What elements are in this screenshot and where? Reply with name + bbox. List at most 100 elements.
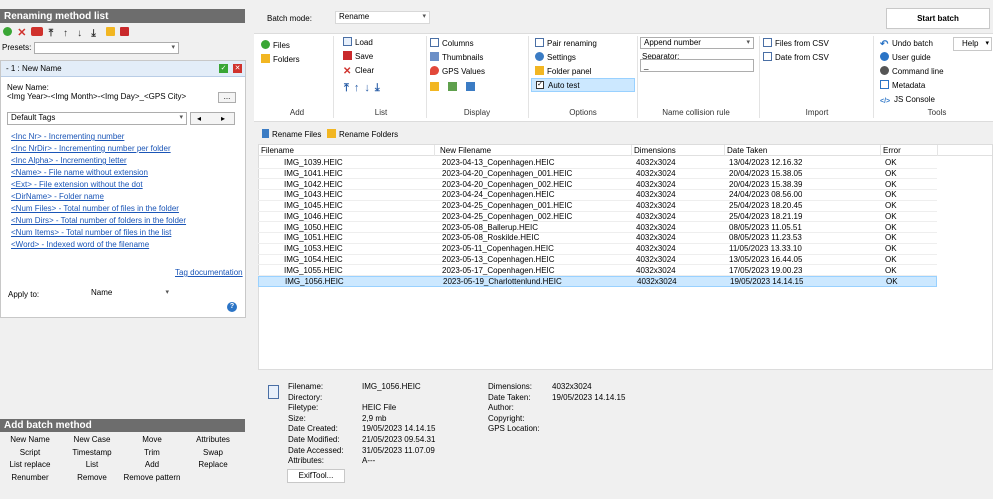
folder-panel-label: Folder panel bbox=[547, 67, 592, 76]
thumbnails-label: Thumbnails bbox=[442, 53, 484, 62]
info-value: IMG_1056.HEIC bbox=[362, 382, 421, 391]
divider bbox=[528, 36, 529, 118]
files-from-csv-button[interactable]: Files from CSV bbox=[763, 38, 829, 50]
delete-all-icon[interactable] bbox=[31, 27, 44, 36]
tag-prev-button[interactable]: ◂ bbox=[197, 114, 201, 123]
settings-button[interactable]: Settings bbox=[535, 52, 576, 64]
tag-link[interactable]: <Num Dirs> - Total number of folders in … bbox=[11, 215, 233, 227]
folder-panel-toggle[interactable]: Folder panel bbox=[535, 66, 591, 78]
table-cell: OK bbox=[885, 265, 897, 275]
exiftool-button[interactable]: ExifTool... bbox=[287, 469, 345, 483]
batch-mode-select[interactable]: Rename ▾ bbox=[335, 11, 430, 24]
add-folders-button[interactable]: Folders bbox=[261, 54, 300, 66]
delete-icon[interactable]: ✕ bbox=[17, 28, 26, 39]
help-menu-button[interactable]: Help ▾ bbox=[953, 37, 992, 51]
user-guide-button[interactable]: User guide bbox=[880, 52, 931, 64]
columns-button[interactable]: Columns bbox=[430, 38, 474, 50]
add-icon[interactable] bbox=[3, 27, 12, 36]
batch-method-item[interactable]: Remove pattern bbox=[107, 473, 197, 482]
tag-link[interactable]: <Num Files> - Total number of files in t… bbox=[11, 203, 233, 215]
clear-label: Clear bbox=[355, 66, 375, 75]
table-row[interactable]: IMG_1050.HEIC 2023-05-08_Ballerup.HEIC 403… bbox=[258, 223, 937, 234]
metadata-button[interactable]: Metadata bbox=[880, 80, 925, 92]
tag-documentation-link[interactable]: Tag documentation bbox=[175, 268, 243, 277]
column-new-filename[interactable]: New Filename bbox=[440, 146, 491, 155]
tag-picker-button[interactable]: ... bbox=[218, 92, 236, 103]
table-cell: 20/04/2023 15.38.05 bbox=[729, 168, 803, 178]
move-up-icon[interactable]: ↑ bbox=[63, 29, 72, 39]
tag-link[interactable]: <DirName> - Folder name bbox=[11, 191, 233, 203]
table-row[interactable]: IMG_1045.HEIC 2023-04-25_Copenhagen_001.H… bbox=[258, 201, 937, 212]
tag-link[interactable]: <Word> - Indexed word of the filename bbox=[11, 239, 233, 251]
tab-rename-files[interactable]: Rename Files bbox=[262, 129, 321, 141]
auto-test-toggle[interactable]: ✓ Auto test bbox=[531, 78, 635, 92]
column-error[interactable]: Error bbox=[883, 146, 901, 155]
table-cell: OK bbox=[885, 168, 897, 178]
table-row[interactable]: IMG_1043.HEIC 2023-04-24_Copenhagen.HEIC 4… bbox=[258, 190, 937, 201]
table-row[interactable]: IMG_1042.HEIC 2023-04-20_Copenhagen_002.H… bbox=[258, 180, 937, 191]
presets-select[interactable]: ▾ bbox=[34, 42, 179, 54]
save-list-button[interactable]: Save bbox=[343, 51, 373, 63]
move-top-icon[interactable]: ⤒ bbox=[49, 29, 58, 39]
table-row[interactable]: IMG_1056.HEIC 2023-05-19_Charlottenlund.H… bbox=[258, 276, 937, 287]
view-icons-icon[interactable] bbox=[448, 82, 458, 91]
column-filename[interactable]: Filename bbox=[261, 146, 294, 155]
batch-method-item[interactable]: Attributes bbox=[168, 435, 258, 444]
table-row[interactable]: IMG_1053.HEIC 2023-05-11_Copenhagen.HEIC 4… bbox=[258, 244, 937, 255]
tag-link[interactable]: <Name> - File name without extension bbox=[11, 167, 233, 179]
enabled-checkbox[interactable]: ✓ bbox=[219, 64, 228, 73]
batch-method-item[interactable]: Replace bbox=[168, 460, 258, 469]
code-icon: </> bbox=[880, 98, 891, 105]
list-group-label: List bbox=[374, 108, 388, 117]
help-icon[interactable]: ? bbox=[227, 302, 237, 312]
view-details-icon[interactable] bbox=[430, 82, 439, 91]
table-row[interactable]: IMG_1041.HEIC 2023-04-20_Copenhagen_001.H… bbox=[258, 169, 937, 180]
list-order-icons[interactable]: ⤒↑↓⤓ bbox=[344, 82, 385, 94]
move-down-icon[interactable]: ↓ bbox=[77, 29, 86, 39]
view-list-icon[interactable] bbox=[466, 82, 476, 91]
table-row[interactable]: IMG_1054.HEIC 2023-05-13_Copenhagen.HEIC 4… bbox=[258, 255, 937, 266]
pair-renaming-toggle[interactable]: Pair renaming bbox=[535, 38, 597, 50]
gps-values-button[interactable]: GPS Values bbox=[430, 66, 485, 78]
date-from-csv-button[interactable]: Date from CSV bbox=[763, 52, 829, 64]
move-bottom-icon[interactable]: ⤓ bbox=[91, 29, 100, 39]
start-batch-button[interactable]: Start batch bbox=[886, 8, 990, 29]
tab-rename-folders[interactable]: Rename Folders bbox=[327, 129, 398, 141]
tag-link[interactable]: <Num Items> - Total number of files in t… bbox=[11, 227, 233, 239]
save-icon[interactable] bbox=[119, 27, 129, 36]
tag-link[interactable]: <Inc Nr> - Incrementing number bbox=[11, 131, 233, 143]
table-row[interactable]: IMG_1046.HEIC 2023-04-25_Copenhagen_002.H… bbox=[258, 212, 937, 223]
table-cell: 08/05/2023 11.05.51 bbox=[729, 222, 802, 232]
table-cell: 2023-05-17_Copenhagen.HEIC bbox=[442, 265, 555, 275]
command-line-button[interactable]: Command line bbox=[880, 66, 944, 78]
new-name-input[interactable]: <Img Year>-<Img Month>-<Img Day>_<GPS Ci… bbox=[7, 91, 214, 103]
column-dimensions[interactable]: Dimensions bbox=[634, 146, 676, 155]
close-icon[interactable]: ✕ bbox=[233, 64, 242, 73]
load-list-button[interactable]: Load bbox=[343, 37, 373, 49]
open-folder-icon[interactable] bbox=[105, 27, 115, 36]
csv-icon bbox=[763, 52, 772, 61]
tag-next-button[interactable]: ▸ bbox=[221, 114, 225, 123]
separator-input[interactable]: _ bbox=[640, 59, 754, 72]
metadata-label: Metadata bbox=[892, 81, 926, 90]
js-console-button[interactable]: </> JS Console bbox=[880, 94, 935, 106]
add-files-button[interactable]: Files bbox=[261, 40, 290, 52]
undo-batch-button[interactable]: ↶ Undo batch bbox=[880, 38, 933, 50]
tags-select[interactable]: Default Tags ▾ bbox=[7, 112, 187, 125]
info-label: Dimensions: bbox=[488, 382, 533, 391]
thumbnails-button[interactable]: Thumbnails bbox=[430, 52, 483, 64]
batch-method-item[interactable]: Swap bbox=[168, 448, 258, 457]
column-divider bbox=[434, 145, 435, 156]
table-row[interactable]: IMG_1039.HEIC 2023-04-13_Copenhagen.HEIC 4… bbox=[258, 158, 937, 169]
clear-list-button[interactable]: ✕ Clear bbox=[343, 65, 374, 77]
table-row[interactable]: IMG_1051.HEIC 2023-05-08_Roskilde.HEIC 403… bbox=[258, 233, 937, 244]
apply-to-select[interactable]: Name ▾ bbox=[88, 288, 172, 300]
view-mode-icons[interactable] bbox=[430, 82, 478, 94]
tag-link[interactable]: <Ext> - File extension without the dot bbox=[11, 179, 233, 191]
table-row[interactable]: IMG_1055.HEIC 2023-05-17_Copenhagen.HEIC 4… bbox=[258, 266, 937, 277]
tag-link[interactable]: <Inc NrDir> - Incrementing number per fo… bbox=[11, 143, 233, 155]
tag-link[interactable]: <Inc Alpha> - Incrementing letter bbox=[11, 155, 233, 167]
collision-rule-select[interactable]: Append number ▾ bbox=[640, 37, 754, 49]
method-title-bar[interactable]: - 1 : New Name ✓ ✕ bbox=[1, 61, 245, 77]
column-date-taken[interactable]: Date Taken bbox=[727, 146, 767, 155]
